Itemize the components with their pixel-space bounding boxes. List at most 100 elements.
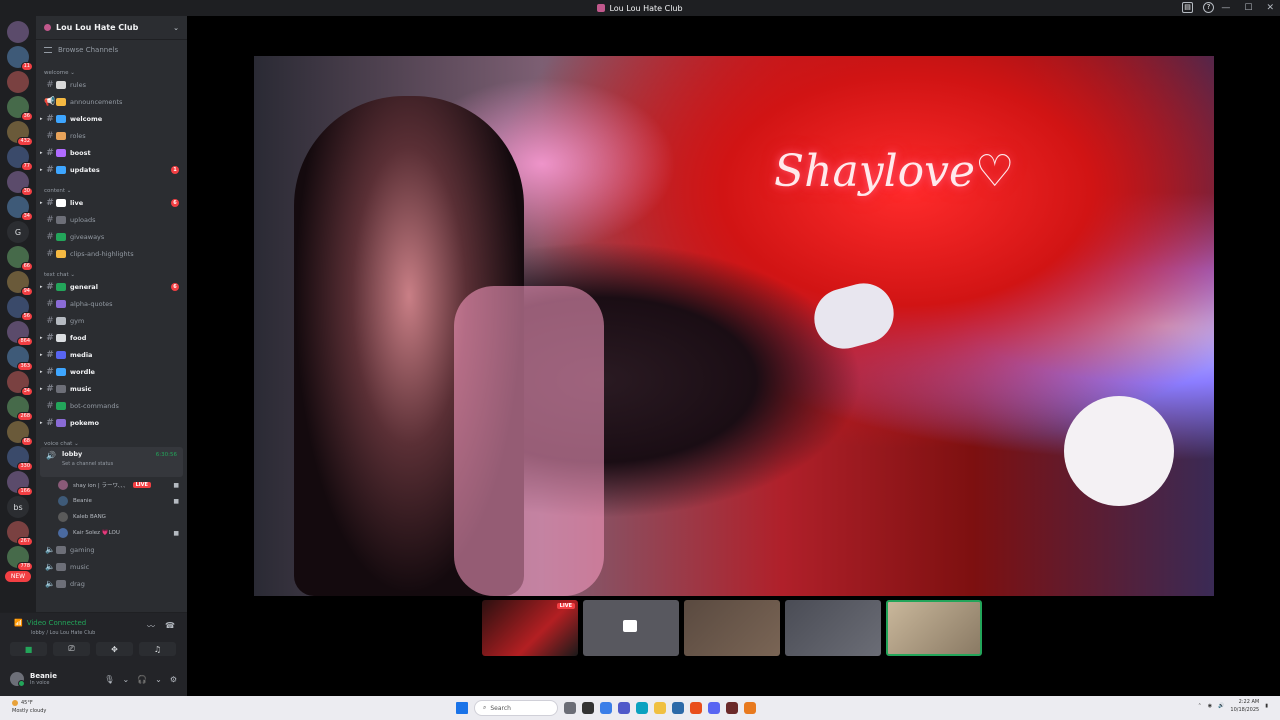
channel-food[interactable]: ▸ # food <box>36 329 187 346</box>
voice-connected-status[interactable]: 📶 Video Connected <box>14 619 86 627</box>
server-icon[interactable]: bs <box>7 496 29 518</box>
microphone-icon[interactable]: 🎙 <box>104 675 114 684</box>
disconnect-icon[interactable]: ☎ <box>165 621 175 632</box>
server-icon[interactable] <box>7 71 29 93</box>
gear-icon[interactable]: ⚙ <box>170 675 177 684</box>
chrome-icon[interactable] <box>690 702 702 714</box>
camera-button[interactable]: ■ <box>10 642 47 656</box>
channel-bot-commands[interactable]: # bot-commands <box>36 397 187 414</box>
avatar[interactable] <box>10 672 25 687</box>
channel-updates[interactable]: ▸ # updates 1 <box>36 161 187 178</box>
channel-giveaways[interactable]: # giveaways <box>36 228 187 245</box>
help-icon[interactable]: ? <box>1203 2 1214 13</box>
activities-button[interactable]: ✥ <box>96 642 133 656</box>
volume-icon[interactable]: 🔊 <box>1218 703 1224 709</box>
participant-thumbnail[interactable]: LIVE <box>482 600 578 656</box>
server-icon[interactable]: 66 <box>7 246 33 271</box>
channel-pokemo[interactable]: ▸ # pokemo <box>36 414 187 431</box>
chevron-up-icon[interactable]: ⌃ <box>1198 703 1202 709</box>
server-icon[interactable] <box>7 21 29 43</box>
noise-suppression-icon[interactable]: 〰 <box>147 621 155 632</box>
teams-icon[interactable] <box>618 702 630 714</box>
channel-general[interactable]: ▸ # general 6 <box>36 278 187 295</box>
chevron-down-icon[interactable]: ⌄ <box>122 675 129 684</box>
channel-rules[interactable]: # rules <box>36 76 187 93</box>
file-explorer-icon[interactable] <box>582 702 594 714</box>
close-button[interactable]: ✕ <box>1266 3 1274 13</box>
app-icon[interactable] <box>744 702 756 714</box>
server-icon[interactable]: 11 <box>7 46 33 71</box>
voice-channel-gaming[interactable]: 🔈 gaming <box>36 541 187 558</box>
participant-thumbnail[interactable] <box>785 600 881 656</box>
server-icon[interactable]: 778 <box>7 546 33 571</box>
maximize-button[interactable]: ☐ <box>1244 3 1252 13</box>
set-channel-status[interactable]: Set a channel status <box>62 461 179 467</box>
voice-channel-music[interactable]: 🔈 music <box>36 558 187 575</box>
voice-user[interactable]: Kair Solez 💗LOU ■ <box>36 525 187 541</box>
category-voice-chat[interactable]: voice chat ⌄ <box>36 435 187 447</box>
notification-icon[interactable]: ▮ <box>1265 703 1268 709</box>
server-icon[interactable]: 77 <box>7 146 33 171</box>
participant-thumbnail[interactable] <box>583 600 679 656</box>
server-icon[interactable]: 30 <box>7 171 33 196</box>
edge-icon[interactable] <box>636 702 648 714</box>
category-welcome[interactable]: welcome ⌄ <box>36 64 187 76</box>
channel-announcements[interactable]: 📢 announcements <box>36 93 187 110</box>
server-icon[interactable]: G <box>7 221 29 243</box>
category-content[interactable]: content ⌄ <box>36 182 187 194</box>
store-icon[interactable] <box>672 702 684 714</box>
app-icon[interactable] <box>726 702 738 714</box>
participant-thumbnail[interactable] <box>886 600 982 656</box>
discord-icon[interactable] <box>708 702 720 714</box>
start-button[interactable] <box>456 702 468 714</box>
new-badge[interactable]: NEW <box>5 571 31 582</box>
weather-widget[interactable]: 45°F Mostly cloudy <box>12 699 46 715</box>
headphones-icon[interactable]: 🎧 <box>137 675 147 684</box>
voice-user[interactable]: Beanie ■ <box>36 493 187 509</box>
channel-media[interactable]: ▸ # media <box>36 346 187 363</box>
server-icon[interactable]: 36 <box>7 96 33 121</box>
inbox-icon[interactable]: ▤ <box>1182 2 1193 13</box>
screen-share-button[interactable]: ⎚ <box>53 642 90 656</box>
network-icon[interactable]: ◉ <box>1208 703 1212 709</box>
participant-thumbnail[interactable] <box>684 600 780 656</box>
server-icon[interactable]: 56 <box>7 296 33 321</box>
folder-icon[interactable] <box>654 702 666 714</box>
channel-live[interactable]: ▸ # live 6 <box>36 194 187 211</box>
task-view-icon[interactable] <box>564 702 576 714</box>
main-video-stream[interactable]: Shaylove♡ <box>254 56 1214 596</box>
server-icon[interactable]: 68 <box>7 421 33 446</box>
browse-channels-button[interactable]: Browse Channels <box>36 40 187 60</box>
voice-user[interactable]: Kaleb BANG <box>36 509 187 525</box>
soundboard-button[interactable]: ♫ <box>139 642 176 656</box>
chevron-down-icon[interactable]: ⌄ <box>155 675 162 684</box>
guild-header[interactable]: Lou Lou Hate Club ⌄ <box>36 16 187 40</box>
channel-clips-and-highlights[interactable]: # clips-and-highlights <box>36 245 187 262</box>
voice-channel-drag[interactable]: 🔈 drag <box>36 575 187 592</box>
server-icon[interactable]: 330 <box>7 446 33 471</box>
taskbar-search[interactable]: ⌕ Search <box>474 700 558 716</box>
channel-uploads[interactable]: # uploads <box>36 211 187 228</box>
server-icon[interactable]: 864 <box>7 321 33 346</box>
copilot-icon[interactable] <box>600 702 612 714</box>
channel-music[interactable]: ▸ # music <box>36 380 187 397</box>
voice-connected-location[interactable]: lobby / Lou Lou Hate Club <box>31 630 95 636</box>
category-text-chat[interactable]: text chat ⌄ <box>36 266 187 278</box>
channel-wordle[interactable]: ▸ # wordle <box>36 363 187 380</box>
server-icon[interactable]: 94 <box>7 271 33 296</box>
server-icon[interactable]: 34 <box>7 371 33 396</box>
minimize-button[interactable]: — <box>1221 3 1230 13</box>
clock[interactable]: 2:22 AM 10/18/2025 <box>1230 698 1259 714</box>
server-icon[interactable]: 268 <box>7 396 33 421</box>
channel-roles[interactable]: # roles <box>36 127 187 144</box>
channel-welcome[interactable]: ▸ # welcome <box>36 110 187 127</box>
voice-user[interactable]: shay ion | ラーワ、、、 LIVE ■ <box>36 477 187 493</box>
channel-alpha-quotes[interactable]: # alpha-quotes <box>36 295 187 312</box>
channel-gym[interactable]: # gym <box>36 312 187 329</box>
server-icon[interactable]: 267 <box>7 521 33 546</box>
voice-channel-lobby[interactable]: 🔊 lobby Set a channel status 6:30:56 <box>40 447 183 477</box>
channel-boost[interactable]: ▸ # boost <box>36 144 187 161</box>
server-icon[interactable]: 363 <box>7 346 33 371</box>
server-icon[interactable]: 34 <box>7 196 33 221</box>
server-icon[interactable]: 166 <box>7 471 33 496</box>
